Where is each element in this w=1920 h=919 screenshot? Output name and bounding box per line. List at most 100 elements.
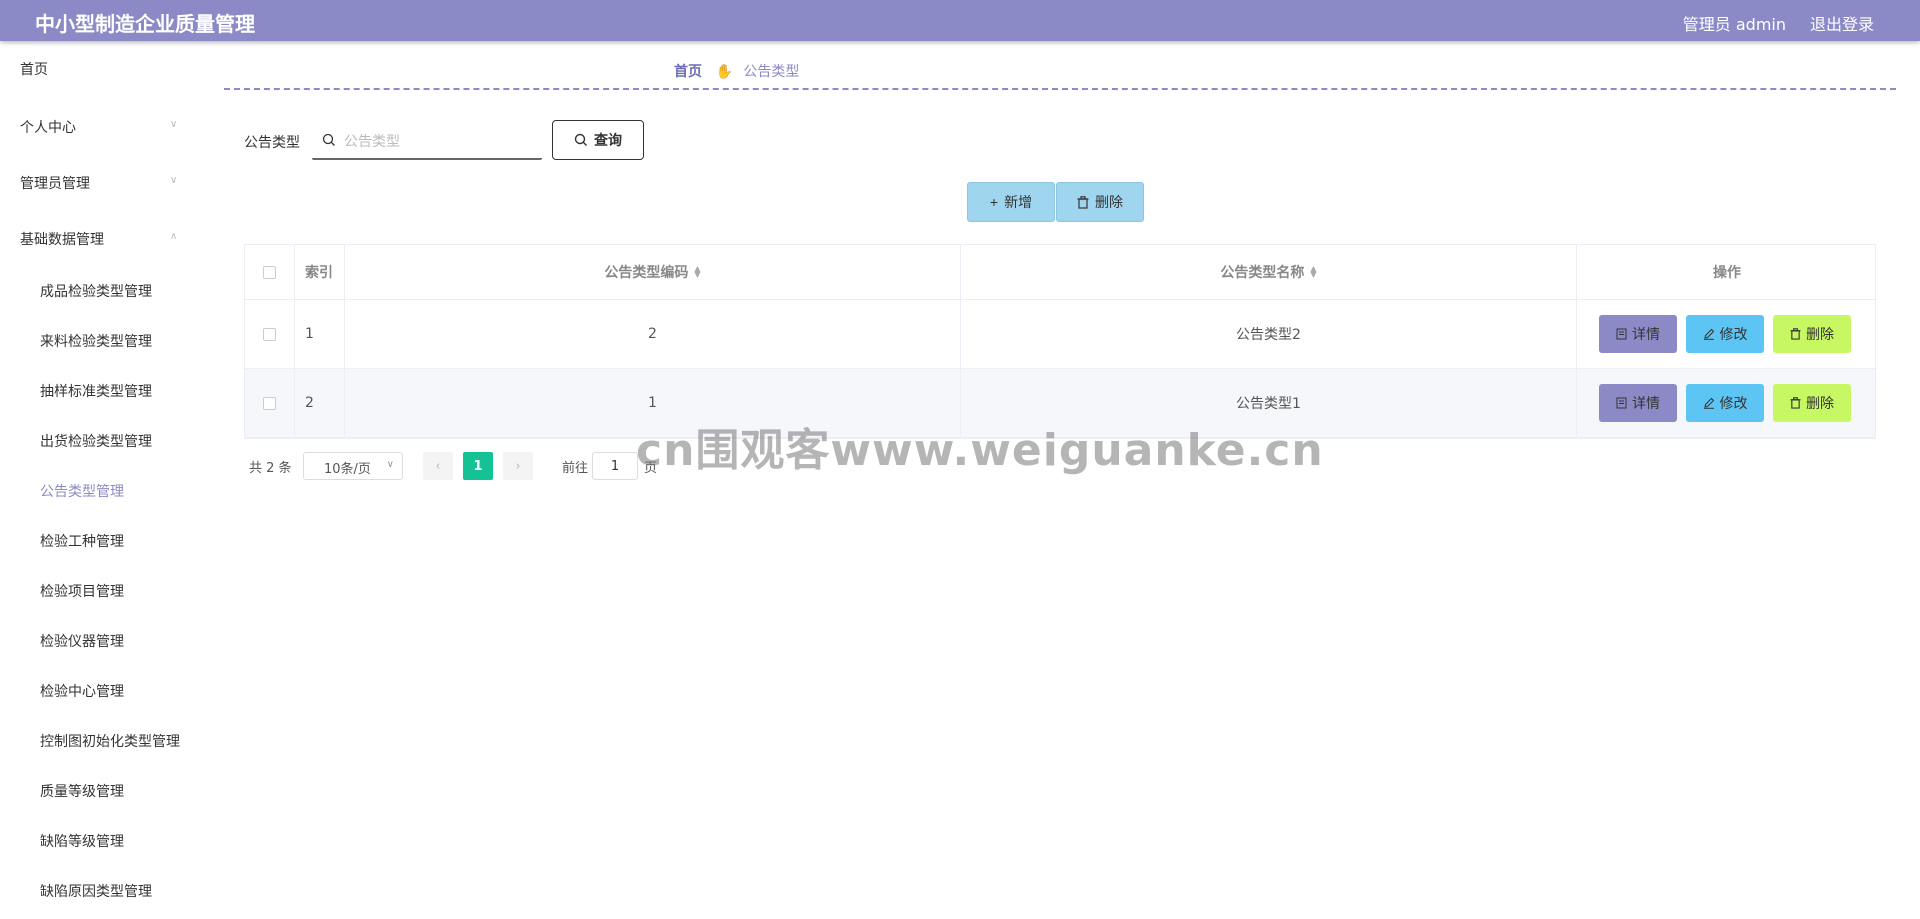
search-icon	[574, 133, 587, 146]
sidebar-item-home[interactable]: 首页	[20, 59, 48, 79]
sidebar-item-profile[interactable]: 个人中心 ∨	[20, 117, 177, 137]
hand-icon: ✋	[715, 64, 733, 80]
detail-button[interactable]: 详情	[1599, 384, 1677, 422]
sidebar-subitem-shipping-inspection[interactable]: 出货检验类型管理	[40, 431, 152, 451]
query-button[interactable]: 查询	[552, 120, 644, 160]
row-checkbox[interactable]	[263, 327, 276, 341]
trash-icon	[1790, 397, 1801, 409]
sidebar-subitem-quality-level[interactable]: 质量等级管理	[40, 781, 124, 801]
edit-icon	[1703, 328, 1714, 340]
row-check-cell	[245, 369, 295, 437]
goto-label: 前往	[562, 461, 589, 476]
sidebar-item-label: 基础数据管理	[20, 232, 104, 248]
current-user: 管理员 admin	[1682, 15, 1786, 34]
chevron-left-icon: ‹	[435, 458, 441, 474]
breadcrumb: 首页 ✋ 公告类型	[674, 61, 799, 81]
query-button-label: 查询	[594, 132, 622, 148]
delete-button-label: 删除	[1806, 326, 1834, 342]
goto-page-input[interactable]	[592, 452, 638, 480]
edit-icon	[1703, 397, 1714, 409]
edit-button[interactable]: 修改	[1686, 315, 1764, 353]
data-table: 索引 公告类型编码 ▲ ▼ 公告类型名称 ▲ ▼ 操作 1 2 公告类型2 详情 修…	[244, 244, 1876, 439]
row-check-cell	[245, 300, 295, 368]
breadcrumb-current: 公告类型	[743, 64, 800, 80]
column-header-index: 索引	[295, 245, 345, 299]
sidebar-item-label: 管理员管理	[20, 176, 90, 192]
page-size-value: 10条/页	[324, 462, 371, 477]
sidebar-subitem-inspection-item[interactable]: 检验项目管理	[40, 581, 124, 601]
sort-icon[interactable]: ▲ ▼	[1310, 265, 1316, 279]
page-number-current[interactable]: 1	[463, 452, 493, 480]
column-header-label: 公告类型名称	[1220, 265, 1305, 281]
prev-page-button[interactable]: ‹	[423, 452, 453, 480]
edit-button-label: 修改	[1719, 395, 1748, 411]
chevron-up-icon: ∧	[170, 231, 178, 242]
watermark: cn围观客www.weiguanke.cn	[636, 425, 1324, 476]
delete-button[interactable]: 删除	[1773, 315, 1851, 353]
search-icon	[322, 133, 335, 146]
document-icon	[1616, 397, 1627, 409]
sidebar-item-label: 个人中心	[20, 120, 76, 136]
row-index: 2	[295, 369, 345, 437]
column-header-code[interactable]: 公告类型编码 ▲ ▼	[345, 245, 961, 299]
search-label: 公告类型	[244, 135, 300, 151]
total-count: 共 2 条	[249, 461, 292, 476]
select-all-checkbox[interactable]	[263, 265, 276, 279]
trash-icon	[1790, 328, 1801, 340]
chevron-down-icon: ∨	[386, 459, 394, 470]
sidebar-subitem-notice-type[interactable]: 公告类型管理	[40, 481, 124, 501]
search-field	[312, 124, 542, 160]
delete-button-label: 删除	[1806, 395, 1834, 411]
column-header-name[interactable]: 公告类型名称 ▲ ▼	[961, 245, 1577, 299]
sidebar-item-basic-data[interactable]: 基础数据管理 ∧	[20, 229, 177, 249]
delete-button[interactable]: 删除	[1773, 384, 1851, 422]
add-button-label: 新增	[1004, 194, 1033, 210]
sidebar-item-label: 首页	[20, 62, 48, 78]
column-header-label: 公告类型编码	[604, 265, 689, 281]
plus-icon: +	[989, 194, 999, 210]
chevron-down-icon: ∨	[170, 175, 178, 186]
document-icon	[1616, 328, 1627, 340]
sidebar: 首页 个人中心 ∨ 管理员管理 ∨ 基础数据管理 ∧ 成品检验类型管理 来料检验…	[0, 41, 200, 919]
chevron-down-icon: ∨	[170, 119, 178, 130]
page-size-select[interactable]: 10条/页 ∨	[303, 452, 403, 480]
app-title: 中小型制造企业质量管理	[35, 12, 255, 36]
search-input[interactable]	[342, 130, 532, 154]
sidebar-item-admin[interactable]: 管理员管理 ∨	[20, 173, 177, 193]
detail-button-label: 详情	[1632, 326, 1660, 342]
next-page-button[interactable]: ›	[503, 452, 533, 480]
add-button[interactable]: + 新增	[967, 182, 1055, 222]
breadcrumb-home[interactable]: 首页	[674, 64, 702, 80]
column-header-label: 索引	[305, 265, 333, 281]
sidebar-subitem-sampling-standard[interactable]: 抽样标准类型管理	[40, 381, 152, 401]
column-header-label: 操作	[1713, 265, 1741, 281]
sidebar-subitem-product-inspection[interactable]: 成品检验类型管理	[40, 281, 152, 301]
row-name: 公告类型2	[961, 300, 1577, 368]
sidebar-subitem-inspection-work-type[interactable]: 检验工种管理	[40, 531, 124, 551]
table-header-row: 索引 公告类型编码 ▲ ▼ 公告类型名称 ▲ ▼ 操作	[245, 245, 1875, 300]
breadcrumb-divider	[224, 88, 1896, 90]
sidebar-subitem-defect-cause-type[interactable]: 缺陷原因类型管理	[40, 881, 152, 901]
chevron-right-icon: ›	[515, 458, 521, 474]
row-index: 1	[295, 300, 345, 368]
top-header: 中小型制造企业质量管理 管理员 admin 退出登录	[0, 0, 1920, 41]
select-all-cell	[245, 245, 295, 299]
table-row: 1 2 公告类型2 详情 修改 删除	[245, 300, 1875, 369]
sidebar-subitem-defect-level[interactable]: 缺陷等级管理	[40, 831, 124, 851]
sidebar-subitem-control-chart-type[interactable]: 控制图初始化类型管理	[40, 731, 180, 751]
edit-button-label: 修改	[1719, 326, 1748, 342]
sidebar-subitem-inspection-center[interactable]: 检验中心管理	[40, 681, 124, 701]
sidebar-subitem-incoming-inspection[interactable]: 来料检验类型管理	[40, 331, 152, 351]
trash-icon	[1077, 195, 1089, 209]
column-header-actions: 操作	[1577, 245, 1877, 299]
sidebar-subitem-inspection-instrument[interactable]: 检验仪器管理	[40, 631, 124, 651]
detail-button-label: 详情	[1632, 395, 1660, 411]
detail-button[interactable]: 详情	[1599, 315, 1677, 353]
edit-button[interactable]: 修改	[1686, 384, 1764, 422]
batch-delete-button[interactable]: 删除	[1056, 182, 1144, 222]
sort-icon[interactable]: ▲ ▼	[694, 265, 700, 279]
logout-link[interactable]: 退出登录	[1810, 11, 1874, 35]
row-code: 2	[345, 300, 961, 368]
row-checkbox[interactable]	[263, 396, 276, 410]
batch-delete-button-label: 删除	[1095, 194, 1123, 210]
